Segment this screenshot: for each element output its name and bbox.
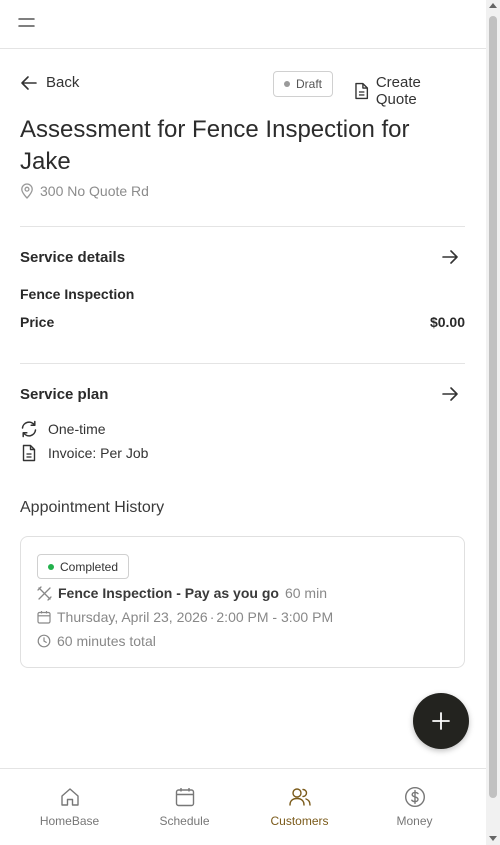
calendar-icon xyxy=(37,611,51,624)
repeat-icon xyxy=(21,420,37,438)
create-quote-button[interactable]: Create Quote xyxy=(354,74,465,108)
action-row: Back Draft Create Quote xyxy=(20,71,465,108)
clock-icon xyxy=(37,634,51,648)
completed-dot xyxy=(48,563,54,570)
status-label: Draft xyxy=(296,77,323,91)
invoice-icon xyxy=(22,444,36,462)
service-plan-header[interactable]: Service plan xyxy=(20,384,465,408)
arrow-right-icon[interactable] xyxy=(441,386,459,402)
document-icon xyxy=(355,82,369,100)
back-label: Back xyxy=(46,74,80,91)
service-plan-heading: Service plan xyxy=(20,386,109,403)
page-title: Assessment for Fence Inspection for Jake xyxy=(20,116,410,175)
divider xyxy=(20,226,465,227)
appointment-service-row: Fence Inspection - Pay as you go 60 min xyxy=(37,585,327,601)
plan-frequency: One-time xyxy=(20,420,106,438)
dollar-icon xyxy=(404,786,425,808)
service-details-heading: Service details xyxy=(20,249,126,266)
price-value: $0.00 xyxy=(429,314,465,330)
appointment-date-row: Thursday, April 23, 2026 · 2:00 PM - 3:0… xyxy=(37,609,333,625)
top-bar xyxy=(0,0,486,49)
tab-customers[interactable]: Customers xyxy=(242,769,357,845)
tab-homebase[interactable]: HomeBase xyxy=(12,769,127,845)
tab-money[interactable]: Money xyxy=(357,769,472,845)
create-quote-label: Create Quote xyxy=(375,74,421,108)
appointment-date: Thursday, April 23, 2026 xyxy=(57,609,208,625)
status-badge: Draft xyxy=(273,71,334,97)
appointment-total: 60 minutes total xyxy=(57,633,156,649)
appointment-card[interactable]: Completed Fence Inspection - Pay as you … xyxy=(20,536,465,668)
status-dot xyxy=(284,81,290,87)
frequency-text: One-time xyxy=(48,421,106,437)
service-details-header[interactable]: Service details xyxy=(20,247,465,271)
price-label: Price xyxy=(20,314,55,330)
location-pin-icon xyxy=(21,183,33,199)
address-text: 300 No Quote Rd xyxy=(40,183,149,199)
arrow-left-icon xyxy=(21,75,37,90)
date-separator: · xyxy=(209,609,215,625)
tab-label: Money xyxy=(396,814,433,828)
scroll-up-arrow[interactable] xyxy=(489,3,497,8)
bottom-navigation: HomeBase Schedule Customers Money xyxy=(0,768,486,845)
users-icon xyxy=(288,788,311,806)
tab-schedule[interactable]: Schedule xyxy=(127,769,242,845)
back-button[interactable]: Back xyxy=(20,74,79,91)
appointment-duration: 60 min xyxy=(284,585,327,601)
scroll-thumb[interactable] xyxy=(489,16,497,798)
tab-label: Schedule xyxy=(159,814,210,828)
appointment-status: Completed xyxy=(60,559,119,574)
plus-icon xyxy=(432,712,450,730)
plan-invoice: Invoice: Per Job xyxy=(20,444,148,462)
appointment-total-row: 60 minutes total xyxy=(37,633,156,649)
arrow-right-icon[interactable] xyxy=(441,249,459,265)
appointment-history-heading: Appointment History xyxy=(20,499,165,516)
invoice-text: Invoice: Per Job xyxy=(48,445,149,461)
status-badge: Completed xyxy=(37,554,130,579)
scroll-down-arrow[interactable] xyxy=(489,836,497,841)
divider xyxy=(20,363,465,364)
job-address: 300 No Quote Rd xyxy=(20,183,149,199)
appointment-service: Fence Inspection - Pay as you go xyxy=(58,585,279,601)
hamburger-icon[interactable] xyxy=(18,17,35,29)
tab-label: HomeBase xyxy=(39,814,100,828)
appointment-time: 2:00 PM - 3:00 PM xyxy=(216,609,334,625)
service-name: Fence Inspection xyxy=(20,286,135,302)
calendar-icon xyxy=(175,788,194,807)
scrollbar[interactable] xyxy=(486,0,500,845)
tools-icon xyxy=(37,585,52,601)
home-icon xyxy=(60,788,79,806)
add-button[interactable] xyxy=(413,693,469,749)
tab-label: Customers xyxy=(270,814,329,828)
